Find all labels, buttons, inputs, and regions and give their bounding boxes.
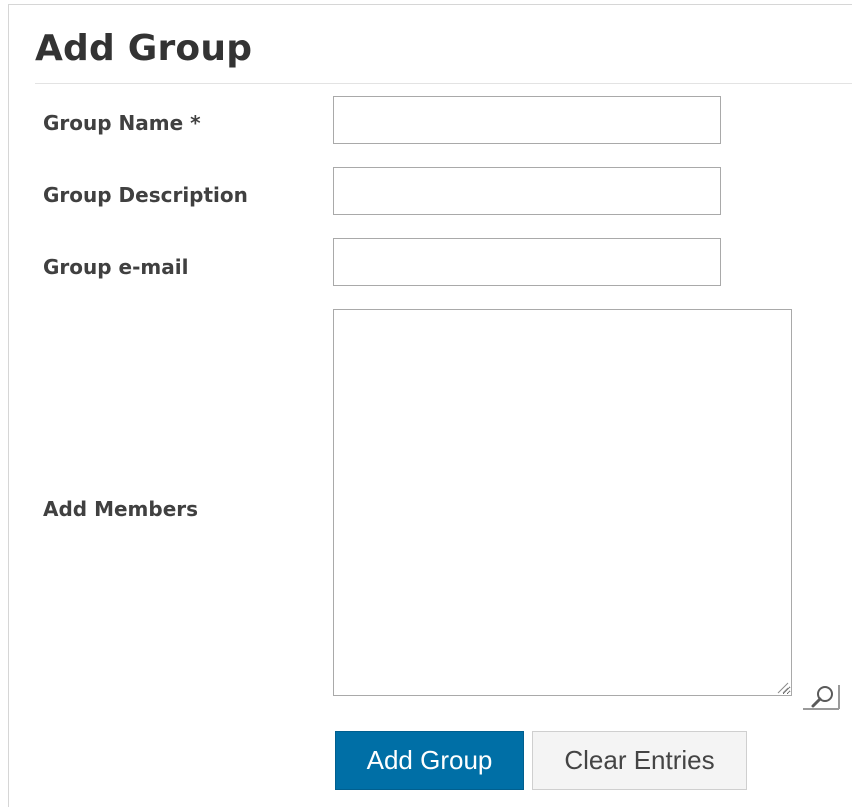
- group-description-input[interactable]: [333, 167, 721, 215]
- add-members-textarea[interactable]: [333, 309, 792, 696]
- title-divider: [35, 83, 852, 84]
- group-name-label: Group Name *: [43, 111, 201, 135]
- group-description-label: Group Description: [43, 183, 248, 207]
- magnifier-icon: [801, 685, 841, 714]
- resize-grip-icon[interactable]: [775, 679, 789, 694]
- group-email-input[interactable]: [333, 238, 721, 286]
- page-title: Add Group: [35, 28, 253, 69]
- member-lookup-button[interactable]: [801, 677, 841, 711]
- group-name-input[interactable]: [333, 96, 721, 144]
- add-group-button[interactable]: Add Group: [335, 731, 524, 790]
- add-group-panel: Add Group Group Name * Group Description…: [8, 4, 852, 807]
- clear-entries-button[interactable]: Clear Entries: [532, 731, 747, 790]
- group-email-label: Group e-mail: [43, 255, 189, 279]
- add-members-label: Add Members: [43, 497, 199, 521]
